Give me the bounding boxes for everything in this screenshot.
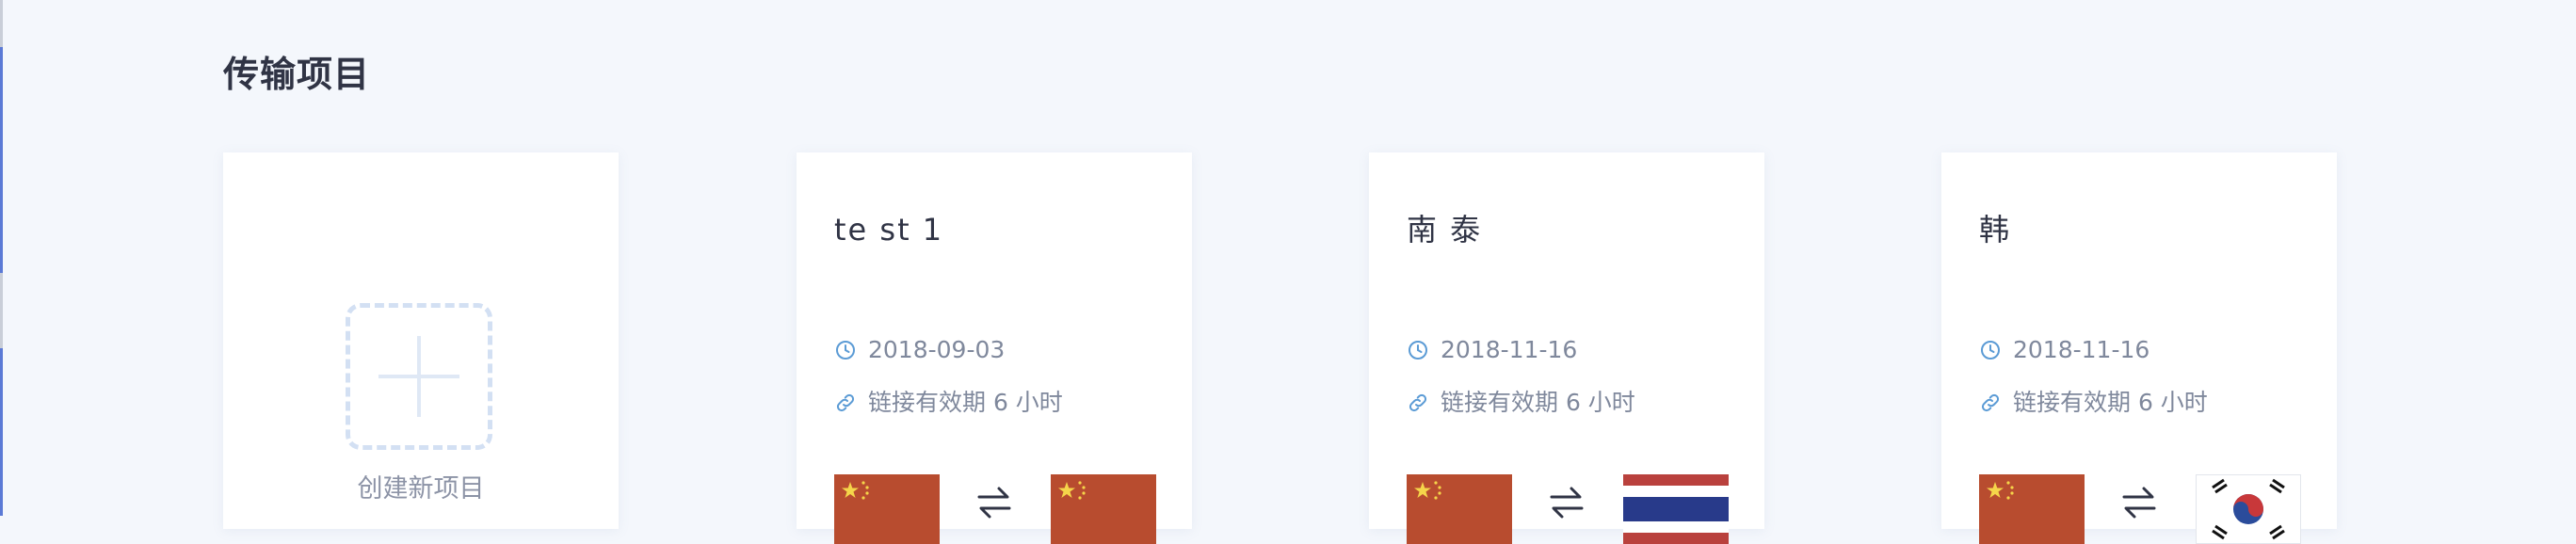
thailand-flag-icon: [1623, 474, 1729, 544]
create-project-label: 创建新项目: [357, 474, 485, 504]
project-date-row: 2018-09-03: [834, 335, 1005, 365]
china-flag-icon: [834, 474, 940, 544]
china-flag-icon: [1051, 474, 1156, 544]
link-icon: [836, 393, 855, 412]
china-flag-icon: [1979, 474, 2085, 544]
clock-icon: [836, 341, 855, 360]
project-name: 韩: [1979, 212, 2012, 248]
link-icon: [1409, 393, 1427, 412]
window-edge-highlight: [0, 348, 3, 516]
swap-arrows-icon: [1550, 487, 1584, 519]
project-date-row: 2018-11-16: [1979, 335, 2149, 365]
window-edge-highlight: [0, 47, 3, 273]
project-card[interactable]: te st 1 2018-09-03 链接有效期 6 小时: [797, 152, 1192, 544]
project-card[interactable]: 南 泰 2018-11-16 链接有效期 6 小时: [1369, 152, 1764, 544]
project-link-validity: 链接有效期 6 小时: [2013, 389, 2208, 416]
project-card[interactable]: 韩 2018-11-16 链接有效期 6 小时: [1941, 152, 2337, 544]
project-date: 2018-11-16: [2013, 336, 2150, 363]
project-date: 2018-11-16: [1441, 336, 1578, 363]
project-date: 2018-09-03: [868, 336, 1006, 363]
swap-arrows-icon: [977, 487, 1011, 519]
create-project-card[interactable]: 创建新项目: [223, 152, 619, 529]
project-link-validity: 链接有效期 6 小时: [868, 389, 1063, 416]
project-link-validity: 链接有效期 6 小时: [1441, 389, 1635, 416]
project-link-row: 链接有效期 6 小时: [1979, 388, 2208, 418]
clock-icon: [1409, 341, 1427, 360]
project-name: 南 泰: [1407, 212, 1483, 248]
project-name: te st 1: [834, 212, 944, 248]
project-link-row: 链接有效期 6 小时: [1407, 388, 1635, 418]
plus-icon[interactable]: [346, 303, 492, 450]
china-flag-icon: [1407, 474, 1512, 544]
window-left-edge: [0, 0, 3, 516]
clock-icon: [1981, 341, 2000, 360]
project-link-row: 链接有效期 6 小时: [834, 388, 1063, 418]
page-title: 传输项目: [223, 54, 371, 95]
project-date-row: 2018-11-16: [1407, 335, 1577, 365]
link-icon: [1981, 393, 2000, 412]
swap-arrows-icon: [2122, 487, 2156, 519]
south-korea-flag-icon: [2196, 474, 2301, 544]
